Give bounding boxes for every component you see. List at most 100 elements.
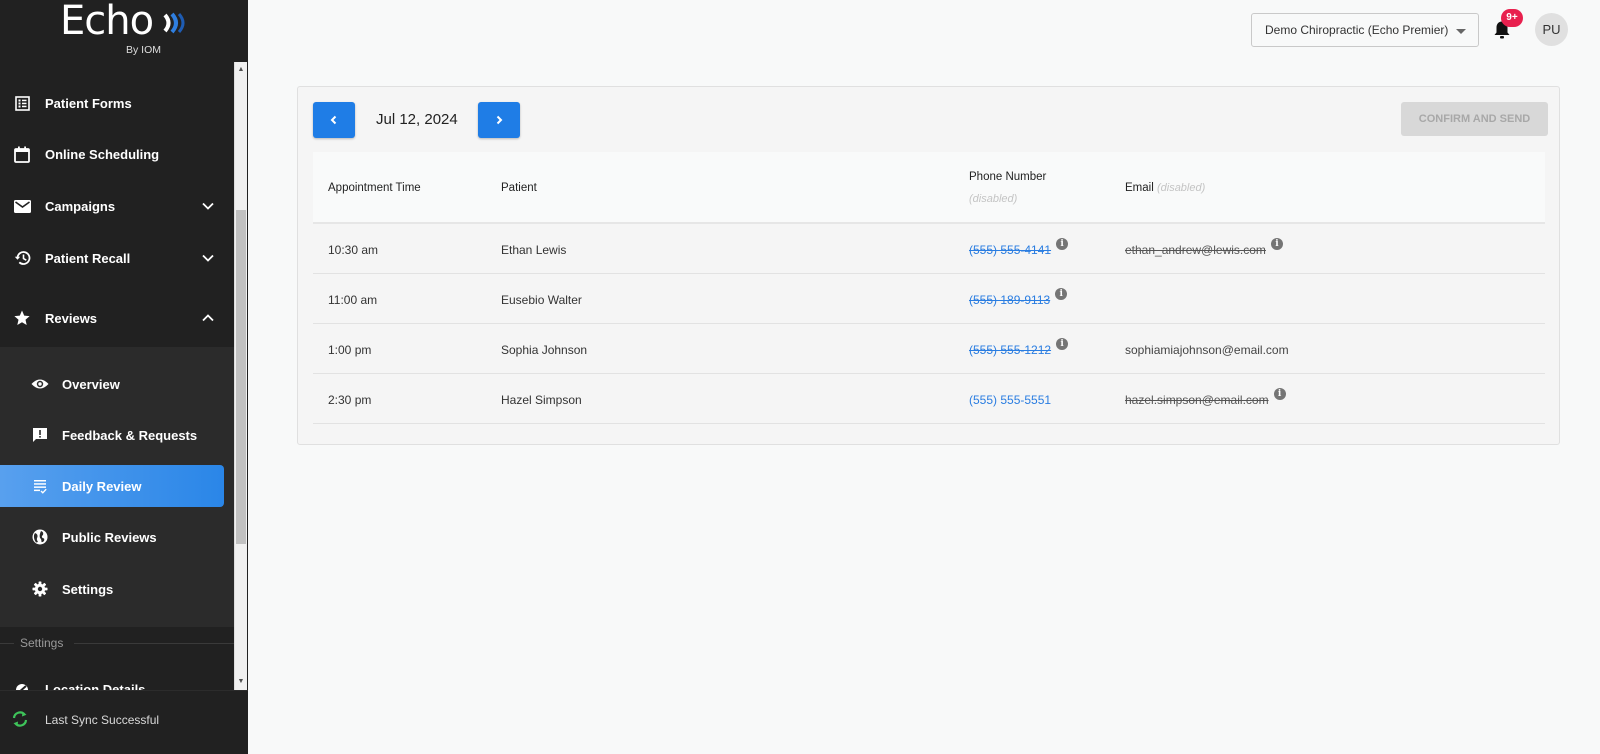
- appointments-table: Appointment Time Patient Phone Number (d…: [313, 152, 1545, 424]
- sidebar-item-label: Daily Review: [62, 478, 142, 494]
- info-icon[interactable]: i: [1273, 388, 1286, 400]
- sidebar-item-label: Reviews: [45, 310, 98, 326]
- appointment-time: 11:00 am: [328, 293, 378, 307]
- patient-name: Ethan Lewis: [501, 243, 567, 257]
- sidebar-item-campaigns[interactable]: Campaigns: [0, 185, 234, 227]
- eye-icon: [31, 375, 49, 393]
- chevron-right-icon: [496, 115, 503, 125]
- info-icon[interactable]: i: [1056, 238, 1069, 250]
- phone-number-link[interactable]: (555) 555-1212: [969, 343, 1051, 357]
- sidebar-item-feedback-requests[interactable]: Feedback & Requests: [0, 414, 224, 456]
- notification-badge: 9+: [1501, 9, 1523, 27]
- checklist-icon: [31, 477, 49, 495]
- patient-name: Hazel Simpson: [501, 393, 582, 407]
- chevron-up-icon[interactable]: [201, 311, 215, 325]
- sidebar: Echo By IOM Patient Forms Online Schedul…: [0, 0, 248, 754]
- sidebar-item-label: Patient Recall: [45, 250, 131, 266]
- email-address: sophiamiajohnson@email.com: [1125, 343, 1289, 357]
- scroll-down-arrow-icon[interactable]: ▼: [237, 678, 245, 686]
- next-day-button[interactable]: [478, 102, 520, 138]
- reviews-submenu: Overview Feedback & Requests Daily Revie…: [0, 347, 234, 627]
- appointment-time: 1:00 pm: [328, 343, 372, 357]
- appointment-time: 2:30 pm: [328, 393, 372, 407]
- column-header-email: Email (disabled): [1125, 182, 1205, 194]
- sidebar-item-public-reviews[interactable]: Public Reviews: [0, 516, 224, 558]
- patient-name: Sophia Johnson: [501, 343, 588, 357]
- info-icon[interactable]: i: [1056, 338, 1069, 350]
- phone-cell: (555) 555-1212 i: [969, 338, 1069, 357]
- location-select-value: Demo Chiropractic (Echo Premier): [1265, 23, 1449, 37]
- sync-icon: [12, 711, 28, 727]
- previous-day-button[interactable]: [313, 102, 355, 138]
- sidebar-item-online-scheduling[interactable]: Online Scheduling: [0, 133, 234, 175]
- history-icon: [13, 249, 31, 267]
- sync-status-bar: Last Sync Successful: [0, 690, 248, 754]
- star-icon: [13, 309, 31, 327]
- sidebar-item-label: Patient Forms: [45, 95, 132, 111]
- sidebar-scrollbar[interactable]: ▲ ▼: [234, 62, 247, 690]
- calendar-icon: [13, 145, 31, 163]
- email-header-label: Email: [1125, 182, 1154, 194]
- form-list-icon: [13, 94, 31, 112]
- confirm-and-send-button[interactable]: CONFIRM AND SEND: [1401, 102, 1548, 136]
- sidebar-item-patient-recall[interactable]: Patient Recall: [0, 237, 234, 279]
- column-header-patient: Patient: [501, 182, 537, 194]
- phone-cell: (555) 189-9113 i: [969, 288, 1068, 307]
- email-cell: sophiamiajohnson@email.com: [1125, 343, 1289, 357]
- patient-name: Eusebio Walter: [501, 293, 582, 307]
- sidebar-item-patient-forms[interactable]: Patient Forms: [0, 82, 234, 124]
- chevron-left-icon: [330, 115, 337, 125]
- logo-sound-waves-icon: [163, 12, 185, 34]
- sidebar-item-label: Settings: [62, 581, 114, 597]
- sidebar-item-label: Overview: [62, 376, 120, 392]
- email-address: hazel.simpson@email.com: [1125, 393, 1269, 407]
- sidebar-nav: Patient Forms Online Scheduling Campaign…: [0, 64, 234, 704]
- avatar[interactable]: PU: [1535, 13, 1568, 46]
- phone-number-link[interactable]: (555) 555-4141: [969, 243, 1051, 257]
- column-header-appointment-time: Appointment Time: [328, 182, 421, 194]
- info-icon[interactable]: i: [1055, 288, 1068, 300]
- chevron-down-icon[interactable]: [201, 199, 215, 213]
- sidebar-item-reviews[interactable]: Reviews: [0, 297, 234, 339]
- chevron-down-icon[interactable]: [201, 251, 215, 265]
- mail-icon: [13, 197, 31, 215]
- phone-cell: (555) 555-5551: [969, 393, 1051, 407]
- scroll-thumb[interactable]: [236, 210, 246, 544]
- table-header: Appointment Time Patient Phone Number (d…: [313, 152, 1545, 224]
- scroll-up-arrow-icon[interactable]: ▲: [237, 66, 245, 74]
- location-select[interactable]: Demo Chiropractic (Echo Premier): [1251, 13, 1479, 47]
- email-cell: hazel.simpson@email.com i: [1125, 388, 1286, 407]
- globe-icon: [31, 528, 49, 546]
- phone-number-link[interactable]: (555) 189-9113: [969, 293, 1050, 307]
- echo-logo[interactable]: Echo By IOM: [0, 0, 232, 62]
- sidebar-item-label: Online Scheduling: [45, 146, 160, 162]
- email-address: ethan_andrew@lewis.com: [1125, 243, 1266, 257]
- table-row: 1:00 pm Sophia Johnson (555) 555-1212 i s…: [313, 324, 1545, 374]
- sidebar-item-daily-review[interactable]: Daily Review: [0, 465, 224, 507]
- sidebar-item-label: Campaigns: [45, 198, 116, 214]
- info-icon[interactable]: i: [1270, 238, 1283, 250]
- gear-icon: [31, 580, 49, 598]
- sync-status-text: Last Sync Successful: [45, 713, 160, 727]
- sidebar-item-review-settings[interactable]: Settings: [0, 568, 224, 610]
- logo-tagline: By IOM: [126, 44, 162, 56]
- logo-wordmark: Echo: [60, 0, 154, 44]
- appointment-time: 10:30 am: [328, 243, 379, 257]
- sidebar-item-label: Feedback & Requests: [62, 427, 198, 443]
- daily-review-card: Jul 12, 2024 CONFIRM AND SEND Appointmen…: [297, 86, 1560, 445]
- sidebar-item-label: Public Reviews: [62, 529, 157, 545]
- divider: [0, 643, 14, 644]
- divider: [74, 643, 234, 644]
- phone-number-link[interactable]: (555) 555-5551: [969, 393, 1051, 407]
- phone-disabled-note: (disabled): [969, 193, 1018, 205]
- table-row: 11:00 am Eusebio Walter (555) 189-9113 i: [313, 274, 1545, 324]
- email-cell: ethan_andrew@lewis.com i: [1125, 238, 1283, 257]
- current-date: Jul 12, 2024: [376, 111, 458, 128]
- section-label-settings: Settings: [20, 636, 64, 650]
- email-disabled-note: (disabled): [1156, 182, 1206, 194]
- sidebar-item-overview[interactable]: Overview: [0, 363, 224, 405]
- feedback-icon: [31, 426, 49, 444]
- phone-cell: (555) 555-4141 i: [969, 238, 1069, 257]
- column-header-phone-number: Phone Number: [969, 171, 1047, 183]
- table-row: 2:30 pm Hazel Simpson (555) 555-5551 haz…: [313, 374, 1545, 424]
